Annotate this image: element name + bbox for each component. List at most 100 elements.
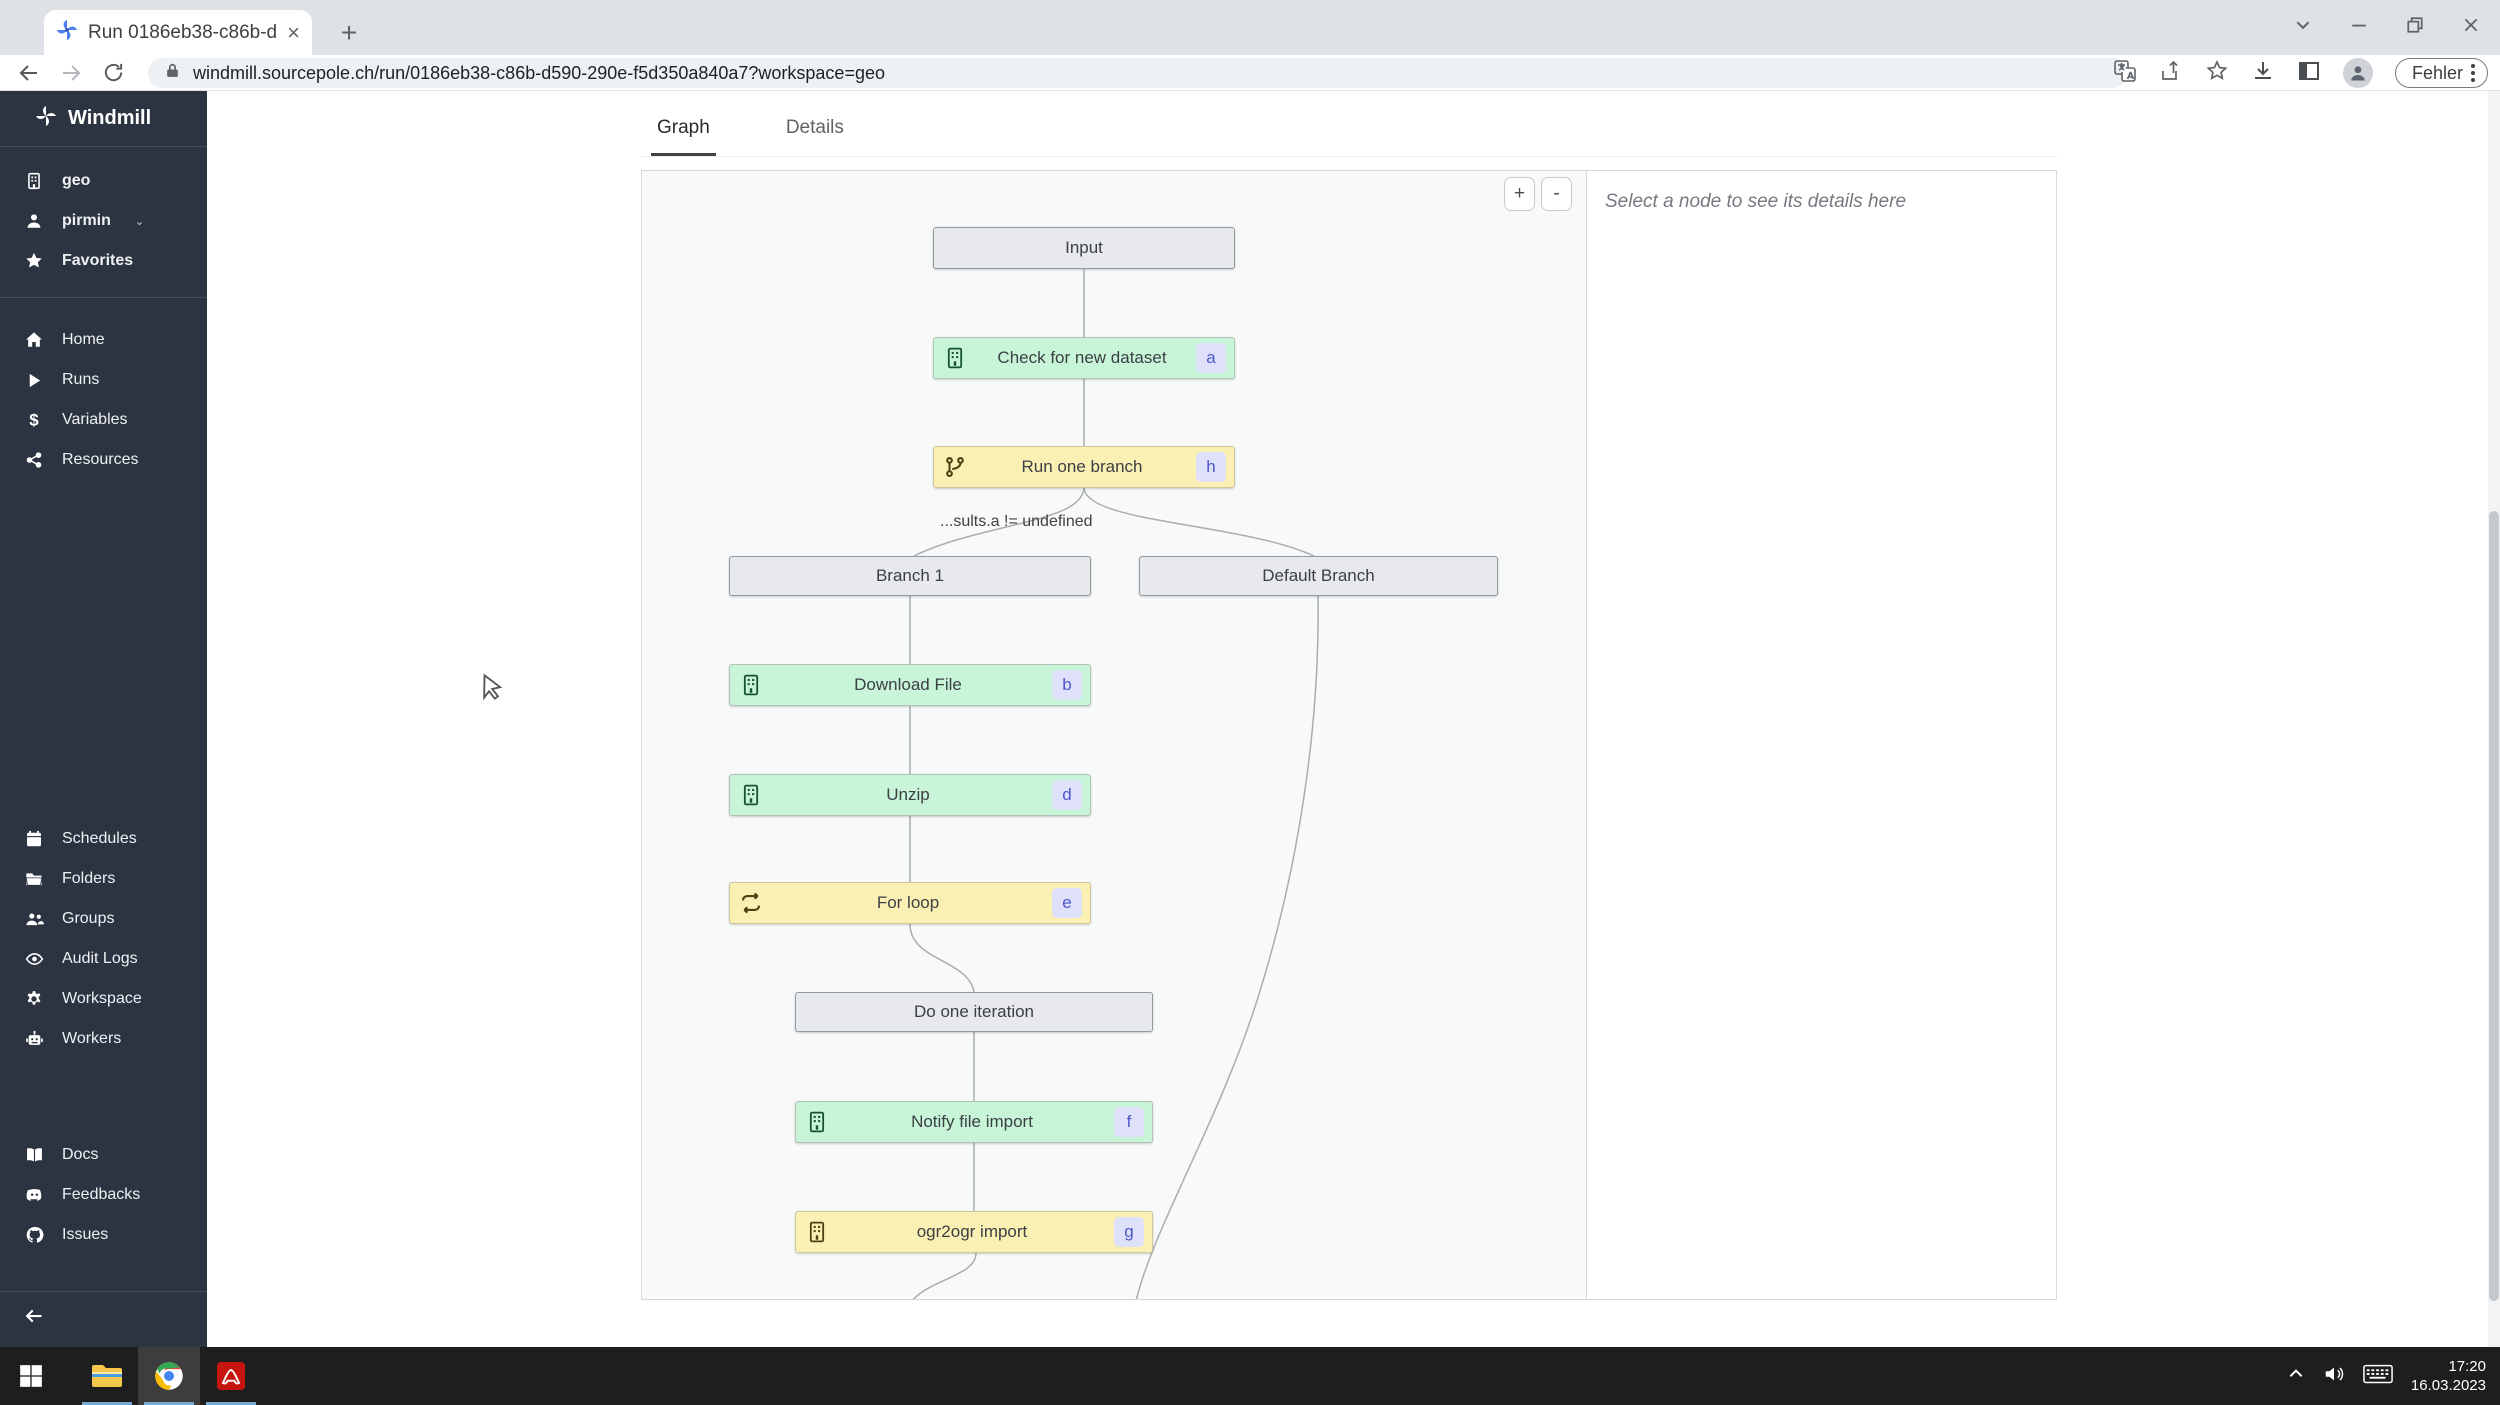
profile-avatar[interactable] [2342, 58, 2373, 88]
window-minimize-button[interactable] [2350, 16, 2368, 34]
start-button[interactable] [0, 1347, 62, 1405]
browser-toolbar: windmill.sourcepole.ch/run/0186eb38-c86b… [0, 55, 2500, 91]
collapse-sidebar-button[interactable] [0, 1291, 207, 1347]
chevron-down-icon: ⌄ [134, 215, 145, 228]
acrobat-taskbar-icon[interactable] [200, 1347, 262, 1405]
tab-details[interactable]: Details [780, 109, 850, 156]
flow-node-branch-1[interactable]: Branch 1 [729, 556, 1091, 596]
sidebar-item-workers[interactable]: Workers [0, 1019, 207, 1059]
sidebar-item-resources[interactable]: Resources [0, 440, 207, 480]
flow-node-do-iteration[interactable]: Do one iteration [795, 992, 1153, 1032]
flow-node-label: Check for new dataset [997, 348, 1167, 367]
flow-node-label: Unzip [886, 785, 930, 804]
node-id-badge: h [1196, 452, 1226, 482]
sidebar-item-home[interactable]: Home [0, 320, 207, 360]
sidebar-item-user[interactable]: pirmin ⌄ [0, 201, 207, 241]
address-bar[interactable]: windmill.sourcepole.ch/run/0186eb38-c86b… [148, 58, 2128, 88]
download-icon[interactable] [2251, 59, 2275, 88]
folder-icon [24, 870, 44, 888]
main-content: Graph Details Input Check for new dataset a… [207, 91, 2488, 1347]
taskbar-clock[interactable]: 17:20 16.03.2023 [2411, 1357, 2494, 1395]
flow-node-input[interactable]: Input [933, 227, 1235, 269]
sidebar-item-label: Resources [62, 451, 139, 468]
sidebar-item-folders[interactable]: Folders [0, 859, 207, 899]
flow-node-label: Default Branch [1262, 566, 1375, 585]
lock-icon[interactable] [164, 62, 181, 84]
zoom-in-button[interactable]: + [1504, 177, 1535, 211]
menu-dots-icon[interactable] [2471, 64, 2475, 82]
details-placeholder: Select a node to see its details here [1605, 191, 1907, 212]
discord-icon [24, 1186, 44, 1204]
scrollbar-thumb[interactable] [2489, 511, 2499, 1301]
file-explorer-taskbar-icon[interactable] [76, 1347, 138, 1405]
browser-error-button[interactable]: Fehler [2394, 58, 2488, 88]
sidebar-item-workspace-geo[interactable]: geo [0, 161, 207, 201]
node-id-badge: a [1196, 343, 1226, 373]
sidebar-item-schedules[interactable]: Schedules [0, 819, 207, 859]
flow-node-label: Run one branch [1021, 457, 1143, 476]
sidebar-item-label: Home [62, 331, 105, 348]
svg-text:$: $ [29, 411, 39, 429]
node-id-badge: f [1114, 1107, 1144, 1137]
sidebar-item-variables[interactable]: $ Variables [0, 400, 207, 440]
app-sidebar: Windmill geo pirmin ⌄ Favorites Home Runs… [0, 91, 207, 1347]
flow-node-unzip[interactable]: Unzip d [729, 774, 1091, 816]
flow-node-default-branch[interactable]: Default Branch [1139, 556, 1498, 596]
chrome-taskbar-icon[interactable] [138, 1347, 200, 1405]
tray-chevron-up-icon[interactable] [2287, 1365, 2305, 1388]
speaker-icon[interactable] [2323, 1363, 2345, 1390]
windmill-logo-icon [34, 104, 58, 133]
building-icon [24, 172, 44, 190]
sidebar-item-label: Issues [62, 1226, 109, 1243]
flow-node-download-file[interactable]: Download File b [729, 664, 1091, 706]
keyboard-icon[interactable] [2363, 1363, 2393, 1390]
share-icon[interactable] [2159, 59, 2183, 88]
branch-condition-label: ...sults.a != undefined [940, 513, 1093, 530]
side-panel-icon[interactable] [2297, 59, 2321, 88]
gear-icon [24, 990, 44, 1008]
flow-node-run-one-branch[interactable]: Run one branch h [933, 446, 1235, 488]
forward-button[interactable] [58, 60, 84, 86]
tab-search-chevron-icon[interactable] [2294, 16, 2312, 34]
node-id-badge: e [1052, 888, 1082, 918]
sidebar-item-runs[interactable]: Runs [0, 360, 207, 400]
window-close-button[interactable] [2462, 16, 2480, 34]
new-tab-button[interactable]: + [332, 16, 366, 50]
tab-graph[interactable]: Graph [651, 109, 716, 156]
page-scrollbar[interactable] [2488, 91, 2500, 1347]
flow-node-ogr2ogr-import[interactable]: ogr2ogr import g [795, 1211, 1153, 1253]
back-button[interactable] [16, 60, 42, 86]
window-restore-button[interactable] [2406, 16, 2424, 34]
translate-icon[interactable] [2113, 59, 2137, 88]
github-icon [24, 1226, 44, 1244]
bookmark-star-icon[interactable] [2205, 59, 2229, 88]
sidebar-item-feedbacks[interactable]: Feedbacks [0, 1175, 207, 1215]
sidebar-item-groups[interactable]: Groups [0, 899, 207, 939]
browser-tab[interactable]: Run 0186eb38-c86b-d590-290e- × [44, 10, 312, 55]
tab-close-icon[interactable]: × [287, 21, 300, 44]
windows-taskbar: 17:20 16.03.2023 [0, 1347, 2500, 1405]
nodes-icon [24, 451, 44, 469]
sidebar-item-label: Groups [62, 910, 115, 927]
sidebar-item-label: Workspace [62, 990, 142, 1007]
flow-node-check-dataset[interactable]: Check for new dataset a [933, 337, 1235, 379]
git-branch-icon [942, 456, 968, 478]
sidebar-item-issues[interactable]: Issues [0, 1215, 207, 1255]
sidebar-item-docs[interactable]: Docs [0, 1135, 207, 1175]
windmill-favicon-icon [56, 19, 78, 46]
sidebar-item-favorites[interactable]: Favorites [0, 241, 207, 281]
flow-node-notify-import[interactable]: Notify file import f [795, 1101, 1153, 1143]
node-details-panel: Select a node to see its details here [1586, 171, 2056, 1299]
flow-canvas[interactable]: Input Check for new dataset a Run one branc… [642, 171, 1586, 1299]
reload-button[interactable] [100, 60, 126, 86]
mouse-cursor [478, 672, 506, 707]
star-icon [24, 252, 44, 270]
sidebar-item-workspace[interactable]: Workspace [0, 979, 207, 1019]
sidebar-item-audit-logs[interactable]: Audit Logs [0, 939, 207, 979]
windmill-brand[interactable]: Windmill [0, 91, 207, 147]
zoom-out-button[interactable]: - [1541, 177, 1572, 211]
flow-node-for-loop[interactable]: For loop e [729, 882, 1091, 924]
flow-node-label: Download File [854, 675, 962, 694]
url-text[interactable]: windmill.sourcepole.ch/run/0186eb38-c86b… [193, 63, 885, 84]
person-icon [24, 212, 44, 230]
